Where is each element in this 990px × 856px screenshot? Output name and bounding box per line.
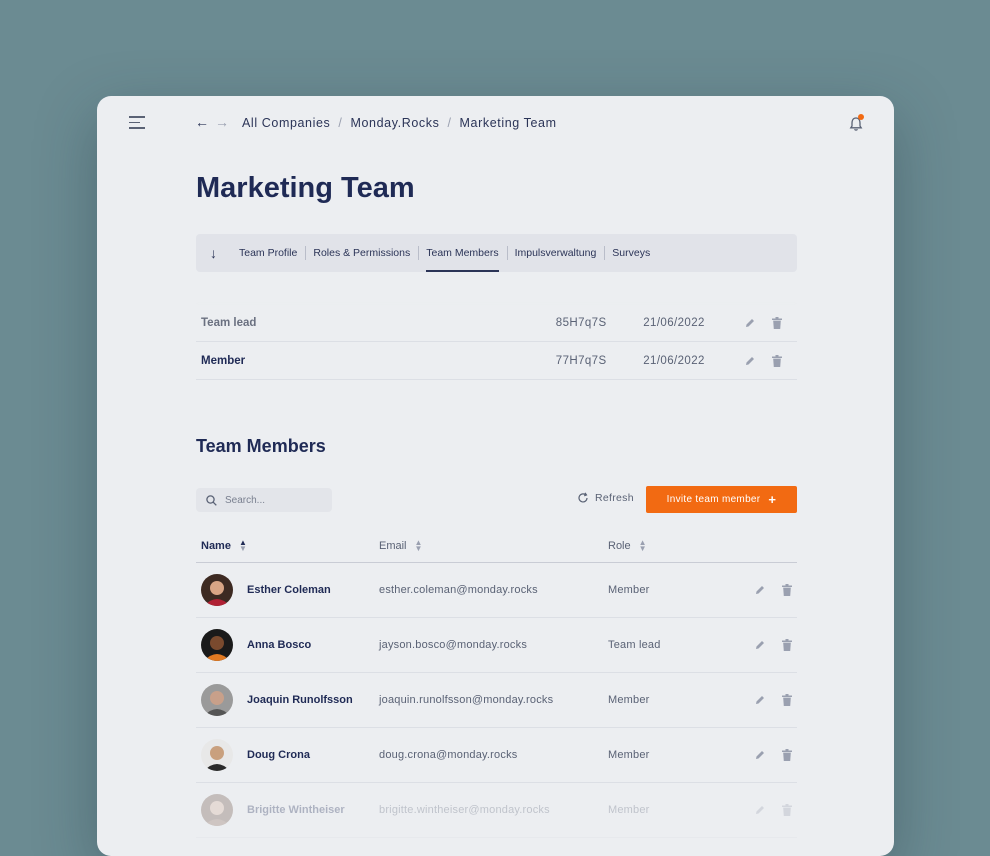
pencil-icon[interactable]	[743, 354, 757, 368]
refresh-label: Refresh	[595, 492, 634, 504]
pencil-icon[interactable]	[753, 803, 767, 817]
member-email: jayson.bosco@monday.rocks	[379, 639, 528, 651]
refresh-button[interactable]: Refresh	[577, 492, 634, 504]
avatar	[201, 739, 233, 771]
table-row[interactable]: Doug Crona doug.crona@monday.rocks Membe…	[196, 728, 797, 783]
app-window: ← → All Companies / Monday.Rocks / Marketing …	[97, 96, 894, 856]
column-header-role[interactable]: Role ▲ ▼	[608, 538, 743, 553]
trash-icon[interactable]	[780, 748, 794, 762]
sort-icon: ▲ ▼	[238, 538, 247, 553]
tab-roles-permissions[interactable]: Roles & Permissions	[305, 234, 418, 272]
sort-icon: ▲ ▼	[414, 538, 423, 553]
role-name: Team lead	[201, 316, 257, 329]
arrow-right-icon[interactable]: →	[215, 114, 229, 130]
notification-dot	[858, 114, 864, 120]
section-title: Team Members	[196, 436, 326, 456]
table-row[interactable]: Esther Coleman esther.coleman@monday.roc…	[196, 563, 797, 618]
breadcrumb: All Companies / Monday.Rocks / Marketing Tea…	[242, 116, 557, 130]
member-role: Team lead	[608, 639, 661, 651]
search-placeholder: Search...	[225, 494, 266, 506]
tab-bar: ↓ Team Profile Roles & Permissions Team …	[196, 234, 797, 272]
pencil-icon[interactable]	[743, 316, 757, 330]
member-email: doug.crona@monday.rocks	[379, 749, 518, 761]
trash-icon[interactable]	[780, 803, 794, 817]
column-header-name[interactable]: Name ▲ ▼	[196, 538, 379, 553]
history-nav: ← →	[195, 114, 235, 130]
tab-impulsverwaltung[interactable]: Impulsverwaltung	[506, 234, 605, 272]
member-name: Joaquin Runolfsson	[247, 694, 353, 706]
tab-team-members[interactable]: Team Members	[418, 234, 506, 272]
member-name: Brigitte Wintheiser	[247, 804, 345, 816]
trash-icon[interactable]	[770, 354, 784, 368]
tab-surveys[interactable]: Surveys	[604, 234, 658, 272]
invite-label: Invite team member	[666, 494, 761, 505]
plus-icon: +	[768, 492, 777, 507]
pencil-icon[interactable]	[753, 748, 767, 762]
refresh-icon	[578, 492, 588, 503]
column-header-email[interactable]: Email ▲ ▼	[379, 538, 608, 553]
pencil-icon[interactable]	[753, 638, 767, 652]
bell-icon[interactable]	[848, 114, 864, 132]
trash-icon[interactable]	[780, 693, 794, 707]
trash-icon[interactable]	[780, 583, 794, 597]
role-row-scrolled	[196, 274, 797, 304]
member-role: Member	[608, 804, 650, 816]
trash-icon[interactable]	[780, 638, 794, 652]
avatar	[201, 629, 233, 661]
avatar	[201, 794, 233, 826]
member-name: Esther Coleman	[247, 584, 331, 596]
breadcrumb-item[interactable]: All Companies	[242, 116, 330, 130]
table-row[interactable]: Brigitte Wintheiser brigitte.wintheiser@…	[196, 783, 797, 838]
page-title: Marketing Team	[196, 172, 415, 204]
search-icon	[206, 494, 217, 506]
pencil-icon[interactable]	[753, 583, 767, 597]
role-code: 77H7q7S	[555, 354, 607, 367]
role-name: Member	[201, 354, 246, 367]
sort-icon: ▲ ▼	[638, 538, 647, 553]
pencil-icon[interactable]	[753, 693, 767, 707]
invite-team-member-button[interactable]: Invite team member +	[646, 486, 797, 513]
role-row: Member 77H7q7S 21/06/2022	[196, 342, 797, 380]
member-role: Member	[608, 749, 650, 761]
member-name: Doug Crona	[247, 749, 310, 761]
member-email: brigitte.wintheiser@monday.rocks	[379, 804, 550, 816]
menu-icon[interactable]	[129, 116, 145, 130]
arrow-left-icon[interactable]: ←	[195, 114, 209, 130]
role-date: 21/06/2022	[643, 354, 705, 367]
role-code: 85H7q7S	[555, 316, 607, 329]
members-table: Name ▲ ▼ Email ▲ ▼ Role ▲ ▼ Esther Coleman est…	[196, 530, 797, 838]
member-name: Anna Bosco	[247, 639, 312, 651]
tab-team-profile[interactable]: Team Profile	[231, 234, 305, 272]
breadcrumb-item[interactable]: Marketing Team	[460, 116, 557, 130]
member-role: Member	[608, 694, 650, 706]
search-input[interactable]: Search...	[196, 488, 332, 512]
table-header: Name ▲ ▼ Email ▲ ▼ Role ▲ ▼	[196, 530, 797, 563]
breadcrumb-item[interactable]: Monday.Rocks	[350, 116, 439, 130]
role-row: Team lead 85H7q7S 21/06/2022	[196, 304, 797, 342]
role-date: 21/06/2022	[643, 316, 705, 329]
table-row[interactable]: Anna Bosco jayson.bosco@monday.rocks Tea…	[196, 618, 797, 673]
arrow-down-icon[interactable]: ↓	[210, 245, 217, 261]
avatar	[201, 684, 233, 716]
member-email: joaquin.runolfsson@monday.rocks	[379, 694, 554, 706]
trash-icon[interactable]	[770, 316, 784, 330]
roles-list: Team lead 85H7q7S 21/06/2022 Member 77H7…	[196, 274, 797, 380]
table-row[interactable]: Joaquin Runolfsson joaquin.runolfsson@mo…	[196, 673, 797, 728]
member-role: Member	[608, 584, 650, 596]
avatar	[201, 574, 233, 606]
member-email: esther.coleman@monday.rocks	[379, 584, 538, 596]
